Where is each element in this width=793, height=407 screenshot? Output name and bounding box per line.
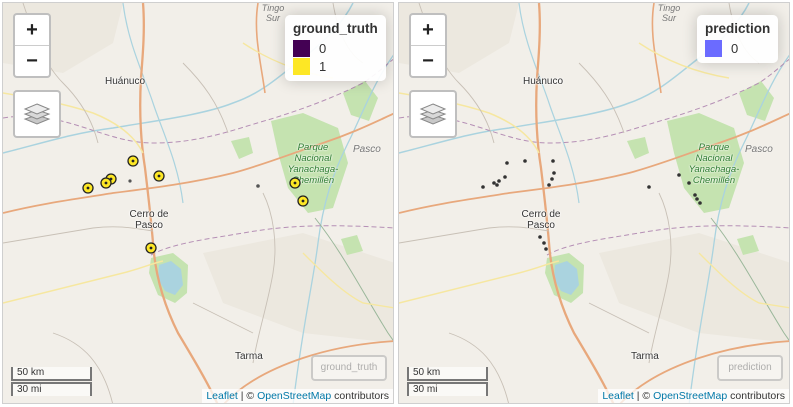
prediction-marker[interactable] [647,185,651,189]
legend-label: 0 [319,40,327,56]
legend-swatch [705,39,722,57]
layers-icon [419,103,447,125]
ground-truth-marker[interactable] [297,195,309,207]
zoom-control: + − [13,13,51,78]
scale-bar-mi: 30 mi [407,382,488,396]
zoom-control: + − [409,13,447,78]
prediction-marker[interactable] [677,173,681,177]
legend-title: prediction [705,21,771,36]
ground-truth-marker[interactable] [127,155,139,167]
legend-entry: 1 [293,57,378,75]
prediction-marker[interactable] [551,159,555,163]
prediction-map[interactable]: Tingo Sur Huánuco Cerro de Pasco Tarma Par… [398,2,790,404]
legend: ground_truth 0 1 [285,15,386,81]
prediction-marker[interactable] [698,201,702,205]
prediction-marker[interactable] [542,241,546,245]
prediction-marker[interactable] [695,197,699,201]
openstreetmap-link[interactable]: OpenStreetMap [257,390,331,402]
layers-button[interactable] [409,90,457,138]
prediction-marker[interactable] [538,235,542,239]
zoom-in-button[interactable]: + [411,15,445,46]
legend: prediction 0 [697,15,779,63]
legend-entry: 0 [705,39,770,57]
layers-icon [23,103,51,125]
legend-title: ground_truth [293,21,378,36]
prediction-marker[interactable] [481,185,485,189]
prediction-marker[interactable] [552,171,556,175]
openstreetmap-link[interactable]: OpenStreetMap [653,390,727,402]
zoom-in-button[interactable]: + [15,15,49,46]
legend-label: 1 [319,58,327,74]
legend-swatch [293,39,310,57]
scale-bar-km: 50 km [11,367,92,381]
prediction-marker[interactable] [505,161,509,165]
legend-swatch [293,57,310,75]
ground-truth-marker[interactable] [82,182,94,194]
leaflet-link[interactable]: Leaflet [602,390,634,402]
prediction-marker[interactable] [693,193,697,197]
prediction-marker[interactable] [547,183,551,187]
legend-label: 0 [731,40,739,56]
leaflet-link[interactable]: Leaflet [206,390,238,402]
ground-truth-marker[interactable] [289,177,301,189]
prediction-marker[interactable] [497,179,501,183]
prediction-marker[interactable] [523,159,527,163]
ground-truth-marker[interactable] [153,170,165,182]
map-group-label: ground_truth [311,355,387,381]
map-group-label: prediction [717,355,783,381]
prediction-marker[interactable] [495,183,499,187]
layers-button[interactable] [13,90,61,138]
ground-truth-map[interactable]: Tingo Sur Huánuco Cerro de Pasco Tarma Par… [2,2,394,404]
scale-bar-mi: 30 mi [11,382,92,396]
prediction-marker[interactable] [492,181,496,185]
prediction-marker[interactable] [544,247,548,251]
ground-truth-marker[interactable] [100,177,112,189]
legend-entry: 0 [293,39,378,57]
attribution: Leaflet | © OpenStreetMap contributors [202,389,393,403]
map-comparison-view: Tingo Sur Huánuco Cerro de Pasco Tarma Par… [0,0,793,407]
zoom-out-button[interactable]: − [15,46,49,76]
ground-truth-marker[interactable] [145,242,157,254]
zoom-out-button[interactable]: − [411,46,445,76]
prediction-marker[interactable] [503,175,507,179]
attribution: Leaflet | © OpenStreetMap contributors [598,389,789,403]
prediction-marker[interactable] [550,177,554,181]
marker-layer [481,159,702,251]
scale-bar-km: 50 km [407,367,488,381]
prediction-marker[interactable] [687,181,691,185]
